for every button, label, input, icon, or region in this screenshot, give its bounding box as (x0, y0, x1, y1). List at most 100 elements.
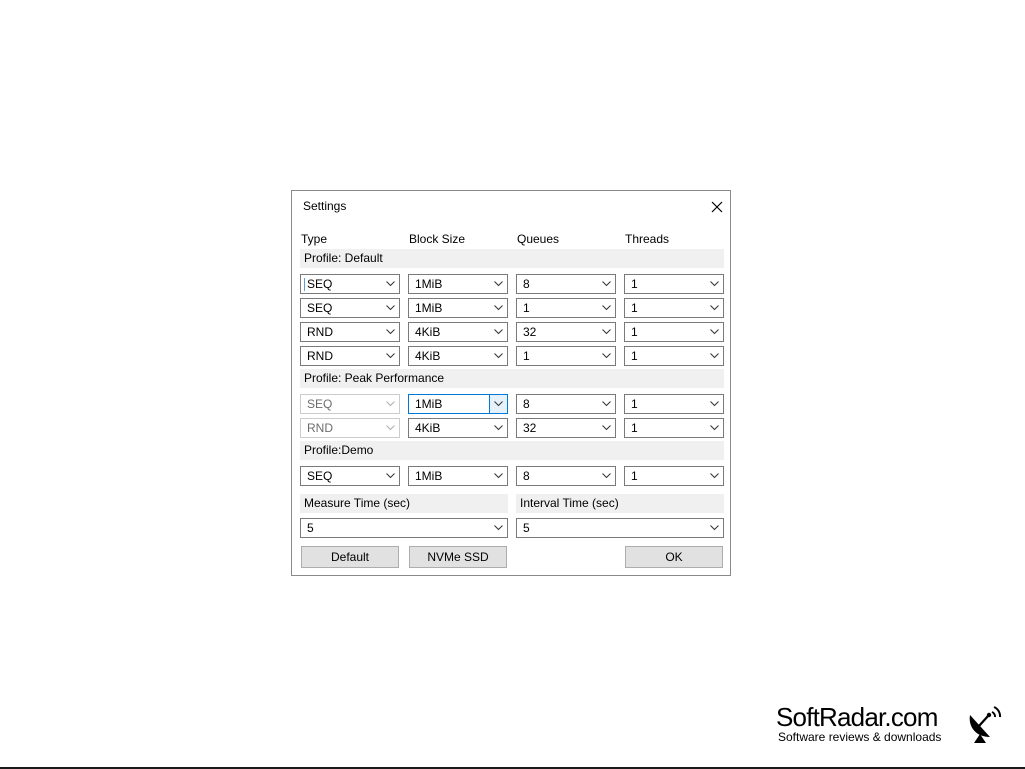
chevron-down-icon (489, 395, 507, 413)
chevron-down-icon (490, 519, 507, 537)
peak-row2-threads-select[interactable]: 1 (624, 418, 724, 438)
chevron-down-icon (706, 395, 723, 413)
select-value: 4KiB (415, 325, 441, 339)
default-button[interactable]: Default (301, 546, 399, 568)
nvme-ssd-button[interactable]: NVMe SSD (409, 546, 507, 568)
chevron-down-icon (490, 467, 507, 485)
default-row3-block-select[interactable]: 4KiB (408, 322, 508, 342)
peak-row2-type-select: RND (300, 418, 400, 438)
default-row2-threads-select[interactable]: 1 (624, 298, 724, 318)
chevron-down-icon (382, 395, 399, 413)
chevron-down-icon (382, 323, 399, 341)
default-row4-queues-select[interactable]: 1 (516, 346, 616, 366)
demo-row1-queues-select[interactable]: 8 (516, 466, 616, 486)
default-row2-type-select[interactable]: SEQ (300, 298, 400, 318)
peak-row2-block-select[interactable]: 4KiB (408, 418, 508, 438)
select-value: 32 (523, 325, 537, 339)
chevron-down-icon (490, 275, 507, 293)
chevron-down-icon (382, 467, 399, 485)
default-row1-type-select[interactable]: SEQ (300, 274, 400, 294)
select-value: SEQ (307, 301, 333, 315)
default-row1-queues-select[interactable]: 8 (516, 274, 616, 294)
dialog-title: Settings (303, 199, 347, 213)
select-value: 8 (523, 469, 530, 483)
chevron-down-icon (706, 347, 723, 365)
select-value: 1 (523, 301, 530, 315)
select-value: 1MiB (415, 301, 443, 315)
satellite-dish-icon (969, 706, 1002, 743)
chevron-down-icon (598, 323, 615, 341)
close-icon (711, 201, 723, 213)
measure-time-label: Measure Time (sec) (300, 494, 508, 513)
select-value: RND (307, 421, 333, 435)
column-header-queues: Queues (517, 232, 560, 246)
demo-row1-threads-select[interactable]: 1 (624, 466, 724, 486)
select-value: 1 (631, 421, 638, 435)
select-value: SEQ (307, 277, 333, 291)
demo-row1-type-select[interactable]: SEQ (300, 466, 400, 486)
select-value: 4KiB (415, 421, 441, 435)
select-value: 1MiB (415, 277, 443, 291)
chevron-down-icon (706, 467, 723, 485)
peak-row1-type-select: SEQ (300, 394, 400, 414)
select-value: 1 (631, 349, 638, 363)
chevron-down-icon (598, 275, 615, 293)
peak-row1-threads-select[interactable]: 1 (624, 394, 724, 414)
peak-row2-queues-select[interactable]: 32 (516, 418, 616, 438)
select-value: 8 (523, 277, 530, 291)
measure-time-select[interactable]: 5 (300, 518, 508, 538)
select-value: 1 (631, 397, 638, 411)
select-value: 32 (523, 421, 537, 435)
default-row1-threads-select[interactable]: 1 (624, 274, 724, 294)
select-value: 1 (631, 469, 638, 483)
default-row4-threads-select[interactable]: 1 (624, 346, 724, 366)
peak-row1-queues-select[interactable]: 8 (516, 394, 616, 414)
chevron-down-icon (706, 519, 723, 537)
chevron-down-icon (382, 347, 399, 365)
chevron-down-icon (598, 395, 615, 413)
chevron-down-icon (490, 299, 507, 317)
column-header-block-size: Block Size (409, 232, 466, 246)
watermark-tagline: Software reviews & downloads (778, 730, 942, 744)
default-row3-type-select[interactable]: RND (300, 322, 400, 342)
default-row4-type-select[interactable]: RND (300, 346, 400, 366)
chevron-down-icon (490, 419, 507, 437)
interval-time-label: Interval Time (sec) (516, 494, 724, 513)
chevron-down-icon (382, 299, 399, 317)
text-caret (304, 278, 305, 291)
chevron-down-icon (706, 419, 723, 437)
chevron-down-icon (598, 467, 615, 485)
select-value: RND (307, 325, 333, 339)
chevron-down-icon (490, 347, 507, 365)
default-row1-block-select[interactable]: 1MiB (408, 274, 508, 294)
select-value: 1 (523, 349, 530, 363)
demo-row1-block-select[interactable]: 1MiB (408, 466, 508, 486)
softradar-watermark: SoftRadar.com Software reviews & downloa… (776, 703, 1006, 747)
close-button[interactable] (704, 196, 730, 218)
column-header-type: Type (301, 232, 328, 246)
select-value: 1 (631, 301, 638, 315)
select-value: SEQ (307, 469, 333, 483)
default-row2-queues-select[interactable]: 1 (516, 298, 616, 318)
select-value: 1 (631, 277, 638, 291)
ok-button[interactable]: OK (625, 546, 723, 568)
select-value: 5 (523, 521, 530, 535)
default-row3-threads-select[interactable]: 1 (624, 322, 724, 342)
default-row3-queues-select[interactable]: 32 (516, 322, 616, 342)
interval-time-select[interactable]: 5 (516, 518, 724, 538)
chevron-down-icon (598, 299, 615, 317)
chevron-down-icon (382, 419, 399, 437)
default-row4-block-select[interactable]: 4KiB (408, 346, 508, 366)
default-row2-block-select[interactable]: 1MiB (408, 298, 508, 318)
select-value: 1MiB (415, 397, 443, 411)
profile-demo-header: Profile:Demo (300, 441, 724, 460)
chevron-down-icon (598, 419, 615, 437)
chevron-down-icon (706, 275, 723, 293)
peak-row1-block-select[interactable]: 1MiB (408, 394, 508, 414)
chevron-down-icon (490, 323, 507, 341)
select-value: 4KiB (415, 349, 441, 363)
profile-peak-header: Profile: Peak Performance (300, 369, 724, 388)
chevron-down-icon (706, 323, 723, 341)
select-value: SEQ (307, 397, 333, 411)
select-value: 1 (631, 325, 638, 339)
